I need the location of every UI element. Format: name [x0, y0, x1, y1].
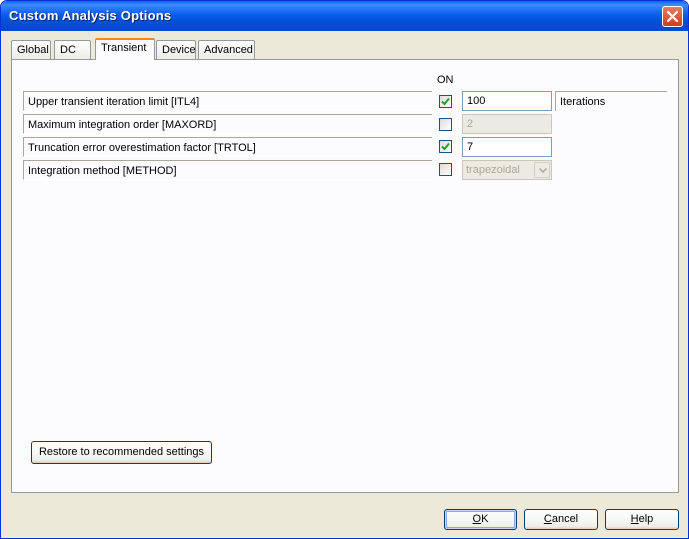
option-checkbox-trtol[interactable]	[439, 140, 452, 153]
option-label-itl4: Upper transient iteration limit [ITL4]	[23, 91, 432, 111]
chevron-down-icon	[539, 168, 547, 173]
ok-button[interactable]: OK	[444, 509, 517, 530]
option-unit-itl4: Iterations	[555, 91, 667, 111]
checkmark-icon	[441, 142, 450, 151]
restore-defaults-button[interactable]: Restore to recommended settings	[31, 441, 212, 464]
option-label-trtol: Truncation error overestimation factor […	[23, 137, 432, 157]
tab-global[interactable]: Global	[11, 40, 51, 59]
close-button[interactable]	[662, 6, 683, 27]
title-bar[interactable]: Custom Analysis Options	[1, 1, 688, 31]
dialog-window: Custom Analysis Options Global DC Transi…	[0, 0, 689, 539]
option-label-method: Integration method [METHOD]	[23, 160, 432, 180]
checkmark-icon	[441, 97, 450, 106]
option-value-itl4[interactable]: 100	[462, 91, 552, 111]
tab-device[interactable]: Device	[156, 40, 196, 59]
cancel-button[interactable]: Cancel	[524, 509, 598, 530]
on-column-header: ON	[437, 74, 454, 86]
window-title: Custom Analysis Options	[9, 8, 172, 23]
tab-strip: Global DC Transient Device Advanced	[11, 38, 681, 60]
option-checkbox-maxord[interactable]	[439, 118, 452, 131]
tab-advanced[interactable]: Advanced	[198, 40, 255, 59]
tab-transient[interactable]: Transient	[95, 38, 155, 60]
option-select-method: trapezoidal	[462, 160, 552, 180]
tab-dc[interactable]: DC	[54, 40, 91, 59]
close-icon	[667, 11, 678, 22]
method-selected-value: trapezoidal	[466, 164, 520, 176]
option-checkbox-method[interactable]	[439, 163, 452, 176]
dropdown-button	[534, 162, 550, 178]
help-button[interactable]: Help	[605, 509, 679, 530]
option-value-maxord: 2	[462, 114, 552, 134]
option-value-trtol[interactable]: 7	[462, 137, 552, 157]
option-label-maxord: Maximum integration order [MAXORD]	[23, 114, 432, 134]
option-checkbox-itl4[interactable]	[439, 95, 452, 108]
